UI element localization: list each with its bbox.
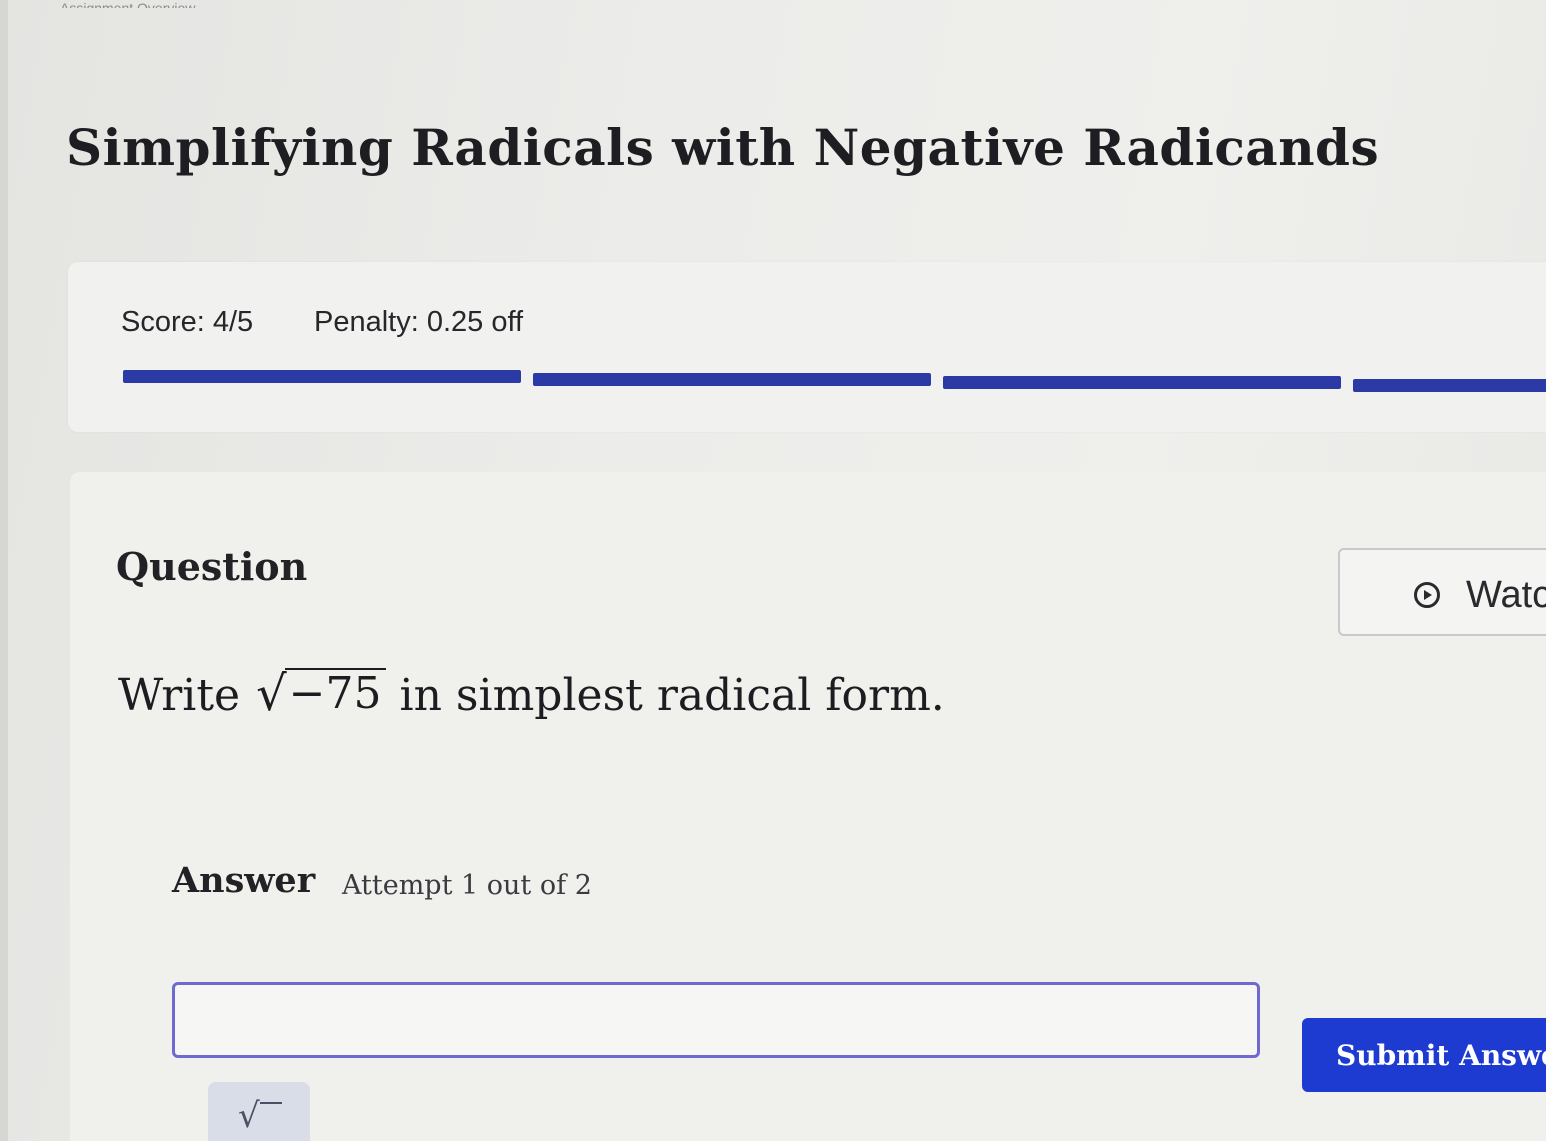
progress-segment <box>123 370 521 383</box>
top-breadcrumb[interactable]: Assignment Overview <box>60 0 560 8</box>
play-circle-icon <box>1414 582 1440 608</box>
left-rail <box>0 0 8 1141</box>
score-panel: Score: 4/5 Penalty: 0.25 off <box>68 262 1546 432</box>
submit-answer-button[interactable]: Submit Answer <box>1302 1018 1546 1092</box>
question-panel: Question Watc Write √ −75 in simplest ra… <box>70 472 1546 1141</box>
radical-expression: √ −75 <box>256 666 386 723</box>
attempt-counter: Attempt 1 out of 2 <box>342 870 592 901</box>
square-root-tool-bar <box>260 1102 282 1104</box>
question-prompt: Write √ −75 in simplest radical form. <box>118 668 945 721</box>
page-title: Simplifying Radicals with Negative Radic… <box>66 118 1380 177</box>
answer-input[interactable] <box>172 982 1260 1058</box>
square-root-tool-icon: √ <box>238 1096 260 1136</box>
progress-bar <box>123 370 1546 392</box>
radicand: −75 <box>284 668 386 718</box>
answer-label: Answer <box>172 860 316 901</box>
prompt-tail-text: in simplest radical form. <box>399 670 945 722</box>
assignment-page: Assignment Overview Simplifying Radicals… <box>0 0 1546 1141</box>
watch-video-button[interactable]: Watc <box>1338 548 1546 636</box>
prompt-lead-text: Write <box>118 670 241 722</box>
square-root-icon: √ <box>256 666 287 723</box>
score-text: Score: 4/5 <box>121 306 254 338</box>
progress-segment <box>533 373 931 386</box>
watch-video-label: Watc <box>1466 574 1546 616</box>
question-heading: Question <box>116 544 308 589</box>
progress-segment <box>1353 379 1546 392</box>
progress-segment <box>943 376 1341 389</box>
square-root-tool-button[interactable]: √ <box>208 1082 310 1141</box>
penalty-text: Penalty: 0.25 off <box>314 306 524 338</box>
